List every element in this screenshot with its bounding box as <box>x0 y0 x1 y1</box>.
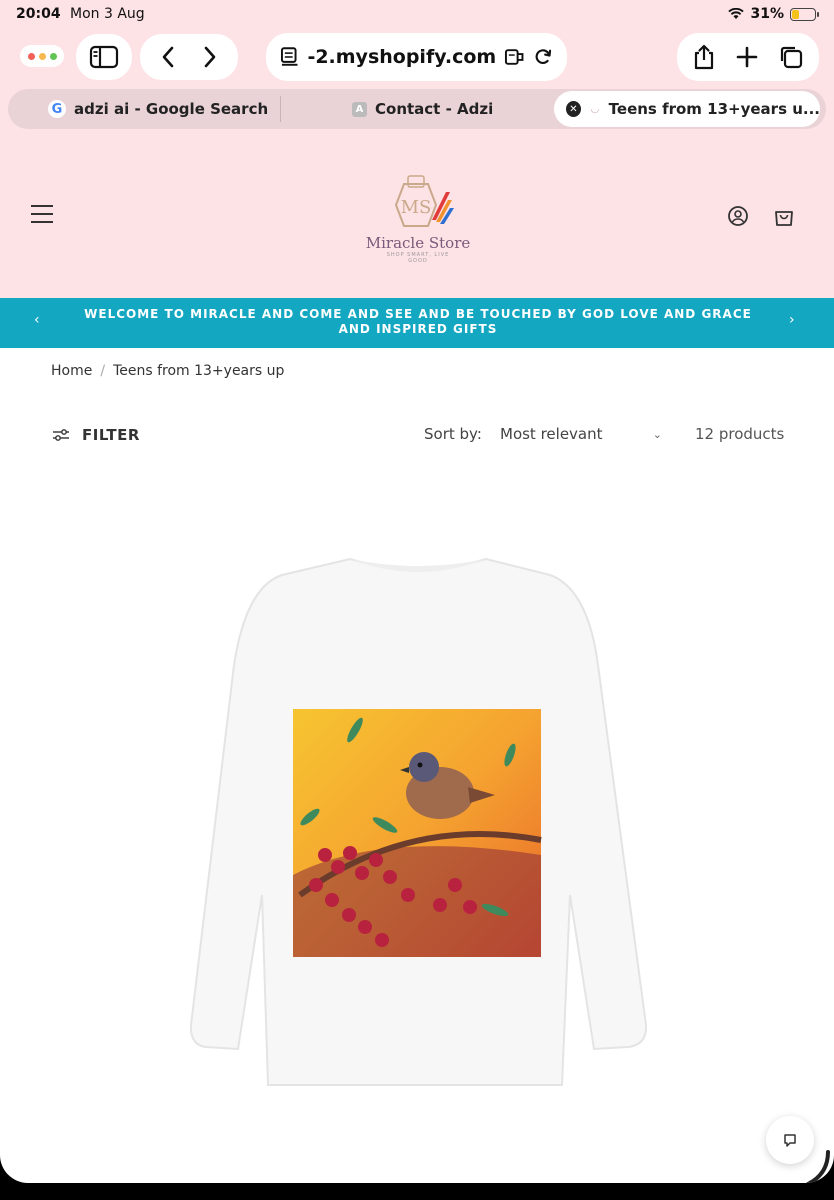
store-logo[interactable]: MS Miracle Store SHOP SMART, LIVE GOOD <box>360 172 476 264</box>
url-text: -2.myshopify.com <box>307 46 497 68</box>
product-image-sweatshirt[interactable] <box>150 555 690 1095</box>
filter-label: FILTER <box>82 426 140 444</box>
breadcrumb-home[interactable]: Home <box>51 363 92 379</box>
tab-bar: G adzi ai - Google Search A Contact - Ad… <box>8 89 826 129</box>
battery-percent: 31% <box>750 6 784 22</box>
breadcrumb: Home / Teens from 13+years up <box>51 363 284 379</box>
dot-yellow <box>38 52 46 60</box>
hamburger-menu-icon[interactable] <box>31 205 53 229</box>
cart-icon[interactable] <box>773 205 795 227</box>
logo-tagline: SHOP SMART, LIVE GOOD <box>386 252 450 264</box>
filter-button[interactable]: FILTER <box>52 426 140 444</box>
sidebar-button[interactable] <box>76 34 132 80</box>
announcement-prev-icon[interactable]: ‹ <box>34 312 40 328</box>
tab-google-search[interactable]: G adzi ai - Google Search <box>48 89 268 129</box>
chat-icon <box>784 1134 796 1147</box>
sort-value: Most relevant <box>500 425 603 443</box>
wifi-icon <box>728 8 745 19</box>
a-favicon-icon: A <box>352 101 367 117</box>
account-icon[interactable] <box>727 205 749 227</box>
logo-monogram: MS <box>401 197 432 218</box>
breadcrumb-separator: / <box>100 363 106 379</box>
status-time: 20:04 <box>16 6 61 22</box>
tab-teens-active[interactable]: ✕ ◡ Teens from 13+years u... <box>554 91 820 127</box>
store-favicon-icon: ◡ <box>590 103 599 115</box>
announcement-next-icon[interactable]: › <box>789 312 795 328</box>
page-menu-icon[interactable] <box>280 46 299 68</box>
screen: 20:04 Mon 3 Aug 31% -2.myshopify.com G a… <box>0 0 834 1183</box>
dot-green <box>49 52 57 60</box>
status-right: 31% <box>728 6 819 22</box>
new-tab-icon[interactable] <box>736 46 758 68</box>
tabs-overview-icon[interactable] <box>778 44 804 70</box>
corner-indicator <box>806 1150 830 1183</box>
nav-buttons <box>140 34 238 80</box>
tab-label: Contact - Adzi <box>375 100 494 118</box>
dot-red <box>27 52 35 60</box>
status-date: Mon 3 Aug <box>70 6 145 22</box>
address-bar[interactable]: -2.myshopify.com <box>266 33 567 81</box>
forward-icon[interactable] <box>203 46 217 68</box>
sort-select[interactable]: Most relevant ⌄ <box>500 425 662 443</box>
chevron-down-icon: ⌄ <box>652 428 662 441</box>
tab-label: adzi ai - Google Search <box>74 100 269 118</box>
logo-name: Miracle Store <box>365 234 471 252</box>
tab-separator <box>280 96 281 122</box>
sort-label: Sort by: <box>424 425 482 443</box>
window-controls[interactable] <box>20 45 64 67</box>
logo-mark-icon: MS <box>394 175 454 227</box>
browser-chrome: 20:04 Mon 3 Aug 31% -2.myshopify.com G a… <box>0 0 834 298</box>
close-tab-icon[interactable]: ✕ <box>566 101 581 117</box>
announcement-text: WELCOME TO MIRACLE AND COME AND SEE AND … <box>84 307 752 336</box>
reload-icon[interactable] <box>534 47 553 67</box>
announcement-bar: ‹ WELCOME TO MIRACLE AND COME AND SEE AN… <box>0 298 834 348</box>
reader-icon[interactable] <box>504 47 525 67</box>
browser-actions <box>677 33 819 81</box>
battery-icon <box>790 7 819 21</box>
tab-label: Teens from 13+years u... <box>608 100 820 118</box>
share-icon[interactable] <box>692 43 716 71</box>
product-count: 12 products <box>695 425 785 443</box>
google-icon: G <box>48 100 66 118</box>
filter-sliders-icon <box>53 429 69 441</box>
back-icon[interactable] <box>161 46 175 68</box>
tab-contact-adzi[interactable]: A Contact - Adzi <box>352 89 493 129</box>
sidebar-icon <box>89 45 119 69</box>
breadcrumb-current: Teens from 13+years up <box>113 363 285 379</box>
